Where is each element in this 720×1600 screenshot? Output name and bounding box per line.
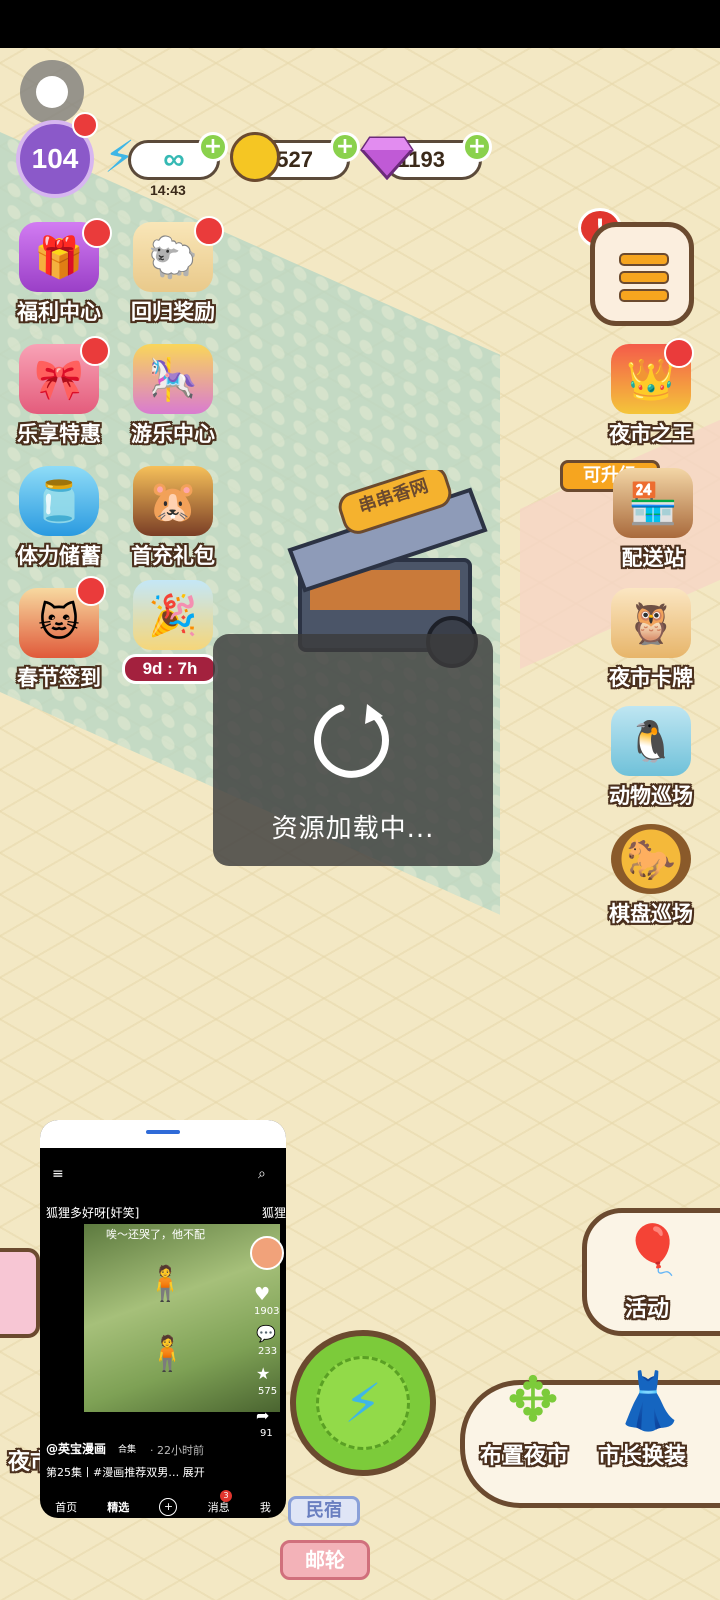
comment-count: 233	[258, 1346, 278, 1357]
event-timer: 9d : 7h	[122, 654, 218, 684]
assist-dot-icon	[36, 76, 68, 108]
first-recharge-icon: 🐹	[133, 466, 213, 536]
notification-dot	[76, 576, 106, 606]
author-avatar[interactable]	[250, 1236, 284, 1270]
feature-label: 配送站	[621, 546, 685, 570]
cruise-tag[interactable]: 邮轮	[280, 1540, 370, 1580]
pip-author[interactable]: @英宝漫画	[46, 1440, 106, 1457]
share-count: 91	[260, 1428, 273, 1439]
feature-label: 体力储蓄	[17, 544, 101, 568]
notification-dot	[82, 218, 112, 248]
coin-icon	[230, 132, 280, 182]
pip-search-icon[interactable]: ⌕	[258, 1166, 266, 1182]
feature-event[interactable]: 🎉	[118, 580, 228, 660]
status-bar	[0, 0, 720, 48]
video-caption: 唉～还哭了，他不配	[106, 1228, 205, 1241]
feature-delivery-station[interactable]: 🏪 配送站	[598, 468, 708, 578]
feature-board-patrol[interactable]: 🐎 棋盘巡场	[596, 824, 706, 934]
pip-time: · 22小时前	[150, 1444, 204, 1457]
feature-label: 首充礼包	[131, 544, 215, 568]
nav-featured[interactable]: 精选	[107, 1499, 129, 1515]
main-menu-button[interactable]	[590, 222, 694, 326]
pip-drag-handle[interactable]	[146, 1130, 180, 1134]
board-icon: 🐎	[611, 824, 691, 894]
event-icon: 🎉	[133, 580, 213, 650]
feature-label: 棋盘巡场	[609, 902, 693, 926]
cards-icon: 🦉	[611, 588, 691, 658]
favorite-count: 575	[258, 1386, 278, 1397]
like-icon[interactable]: ♥	[254, 1284, 270, 1305]
nav-me[interactable]: 我	[260, 1499, 271, 1515]
big-energy-button[interactable]: ⚡	[290, 1330, 436, 1476]
share-icon[interactable]: ➦	[256, 1406, 269, 1425]
loading-overlay: 资源加载中...	[213, 634, 493, 866]
menu-bar-icon	[619, 253, 669, 266]
pip-video-window[interactable]: ≡ ⌕ 狐狸多好呀[奸笑] 狐狸 唉～还哭了，他不配 🧍 🧍 ♥ 1903 💬 …	[40, 1120, 286, 1518]
energy-timer: 14:43	[150, 182, 186, 198]
feature-night-market-cards[interactable]: 🦉 夜市卡牌	[596, 588, 706, 698]
energy-value: ∞	[163, 143, 185, 176]
pip-top-bar[interactable]	[40, 1120, 286, 1148]
notification-dot	[664, 338, 694, 368]
lightning-icon: ⚡	[316, 1356, 410, 1450]
nav-add-button[interactable]: +	[159, 1498, 178, 1516]
pip-collection[interactable]: 合集	[118, 1442, 136, 1455]
figure-white-icon: 🧍	[146, 1334, 189, 1374]
pip-title-right: 狐狸	[262, 1206, 286, 1220]
level-value: 104	[31, 143, 79, 174]
partial-left-icon[interactable]	[0, 1248, 40, 1338]
energy-plus-button[interactable]: +	[198, 132, 228, 162]
feature-label: 乐享特惠	[17, 422, 101, 446]
activity-button[interactable]: 🎈 活动	[582, 1208, 720, 1336]
activity-label: 活动	[625, 1297, 670, 1322]
floating-assist-button[interactable]	[20, 60, 84, 124]
gem-plus-button[interactable]: +	[462, 132, 492, 162]
pip-menu-icon[interactable]: ≡	[52, 1166, 64, 1182]
feature-label: 夜市之王	[609, 422, 693, 446]
loading-spinner-icon	[311, 698, 395, 782]
nav-home[interactable]: 首页	[55, 1499, 77, 1515]
gem-icon	[360, 134, 414, 181]
delivery-station-icon: 🏪	[613, 468, 693, 538]
arrange-market-button[interactable]: 布置夜市	[480, 1438, 568, 1470]
carousel-icon: 🎠	[133, 344, 213, 414]
feature-label: 回归奖励	[131, 300, 215, 324]
level-notification-dot	[72, 112, 98, 138]
pip-bottom-nav: 首页 精选 + 消息 我	[40, 1496, 286, 1518]
energy-jar-icon: 🫙	[19, 466, 99, 536]
menu-bar-icon	[619, 271, 669, 284]
feature-label: 动物巡场	[609, 784, 693, 808]
figure-dark-icon: 🧍	[144, 1264, 187, 1304]
feature-label: 春节签到	[17, 666, 101, 690]
layout-icon: ✥	[507, 1363, 559, 1436]
feature-label: 福利中心	[17, 300, 101, 324]
loading-text: 资源加载中...	[271, 814, 435, 844]
dress-icon: 👗	[614, 1369, 684, 1434]
favorite-icon[interactable]: ★	[256, 1364, 270, 1383]
notification-dot	[80, 336, 110, 366]
animal-icon: 🐧	[611, 706, 691, 776]
pip-title-text: 狐狸多好呀[奸笑]	[46, 1206, 140, 1220]
like-count: 1903	[254, 1306, 280, 1317]
pip-title: 狐狸多好呀[奸笑]	[46, 1204, 286, 1221]
balloon-icon: 🎈	[623, 1222, 683, 1278]
mayor-dressup-button[interactable]: 市长换装	[598, 1438, 686, 1470]
homestay-tag[interactable]: 民宿	[288, 1496, 360, 1526]
feature-amusement-center[interactable]: 🎠 游乐中心	[118, 344, 228, 454]
pip-desc[interactable]: 第25集丨#漫画推荐双男… 展开	[46, 1464, 205, 1480]
feature-label: 游乐中心	[131, 422, 215, 446]
comment-icon[interactable]: 💬	[256, 1324, 276, 1343]
feature-energy-savings[interactable]: 🫙 体力储蓄	[4, 466, 114, 576]
coin-plus-button[interactable]: +	[330, 132, 360, 162]
feature-animal-patrol[interactable]: 🐧 动物巡场	[596, 706, 706, 816]
menu-bar-icon	[619, 289, 669, 302]
feature-label: 夜市卡牌	[609, 666, 693, 690]
feature-first-recharge[interactable]: 🐹 首充礼包	[118, 466, 228, 576]
notification-dot	[194, 216, 224, 246]
message-badge: 3	[220, 1490, 232, 1502]
